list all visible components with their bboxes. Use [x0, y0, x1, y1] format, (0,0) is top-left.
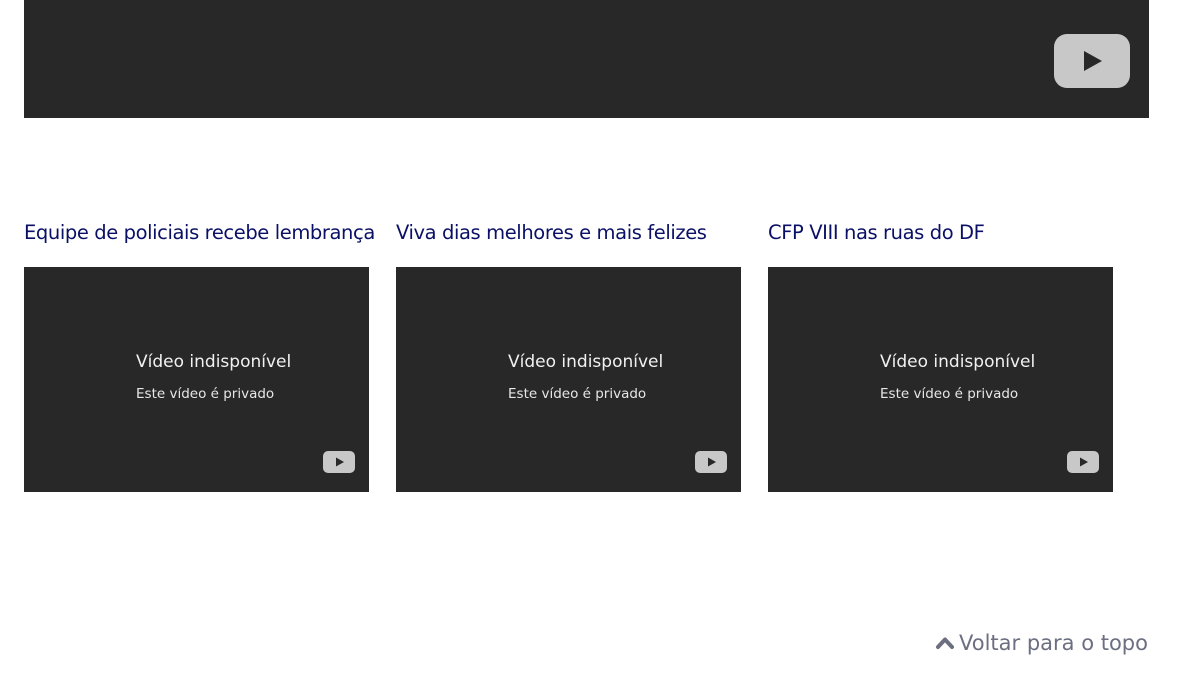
video-unavailable-text: Vídeo indisponível: [880, 352, 1036, 372]
youtube-logo-icon[interactable]: [695, 451, 727, 473]
youtube-play-icon[interactable]: [1054, 34, 1130, 88]
page: Equipe de policiais recebe lembrança Víd…: [0, 0, 1204, 694]
video-card: Equipe de policiais recebe lembrança Víd…: [24, 218, 375, 492]
youtube-logo-icon[interactable]: [1067, 451, 1099, 473]
video-title[interactable]: Equipe de policiais recebe lembrança: [24, 218, 375, 248]
video-gallery: Equipe de policiais recebe lembrança Víd…: [24, 218, 1149, 498]
video-unavailable-text: Vídeo indisponível: [136, 352, 292, 372]
video-card: Viva dias melhores e mais felizes Vídeo …: [396, 218, 741, 492]
youtube-logo-icon[interactable]: [323, 451, 355, 473]
video-unavailable-text: Vídeo indisponível: [508, 352, 664, 372]
chevron-up-icon: [936, 637, 954, 649]
video-player[interactable]: Vídeo indisponível Este vídeo é privado: [396, 267, 741, 492]
video-title[interactable]: CFP VIII nas ruas do DF: [768, 218, 1113, 248]
video-player[interactable]: Vídeo indisponível Este vídeo é privado: [768, 267, 1113, 492]
video-card: CFP VIII nas ruas do DF Vídeo indisponív…: [768, 218, 1113, 492]
video-private-text: Este vídeo é privado: [880, 386, 1019, 402]
back-to-top-label: Voltar para o topo: [959, 631, 1148, 655]
video-player[interactable]: Vídeo indisponível Este vídeo é privado: [24, 267, 369, 492]
featured-video-player[interactable]: [24, 0, 1149, 118]
video-private-text: Este vídeo é privado: [508, 386, 647, 402]
video-title[interactable]: Viva dias melhores e mais felizes: [396, 218, 741, 248]
video-private-text: Este vídeo é privado: [136, 386, 275, 402]
back-to-top-link[interactable]: Voltar para o topo: [935, 629, 1148, 657]
